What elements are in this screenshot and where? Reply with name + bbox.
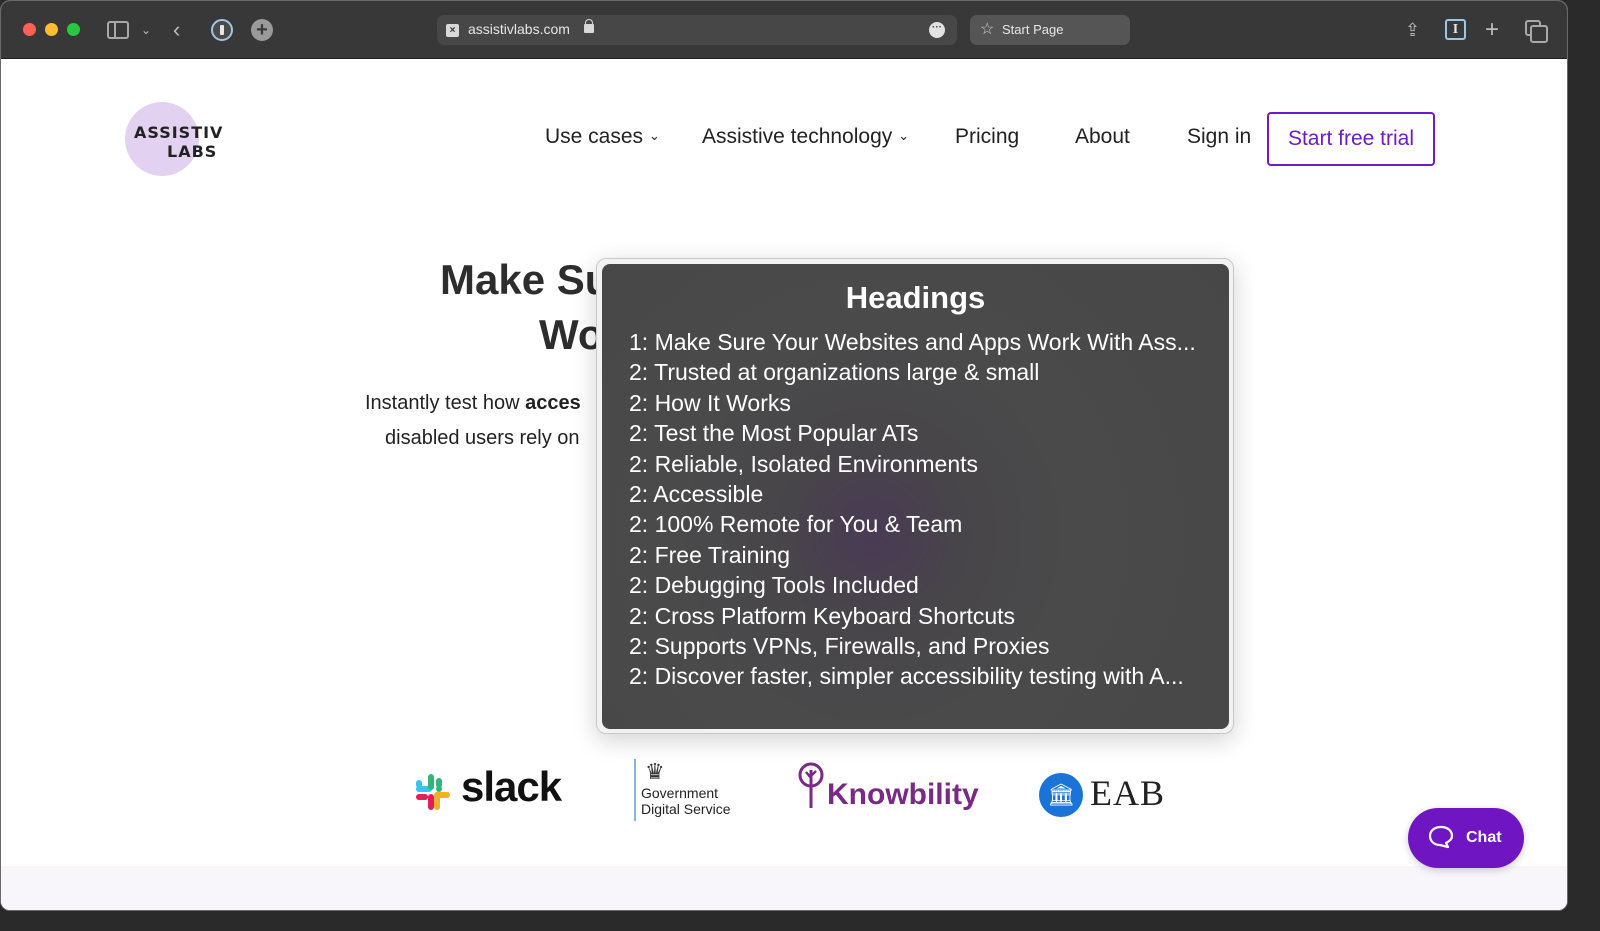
chevron-down-icon: ⌄ xyxy=(898,128,910,143)
site-logo[interactable]: ASSISTIV LABS xyxy=(125,102,222,176)
star-icon: ☆ xyxy=(980,21,995,38)
ellipsis-icon[interactable]: ··· xyxy=(929,22,945,38)
gds-line2: Digital Service xyxy=(641,801,731,817)
hero-title-line2: Wo xyxy=(539,311,604,358)
royal-crest-icon: ♛ xyxy=(645,759,665,784)
heading-item[interactable]: 2: Supports VPNs, Firewalls, and Proxies xyxy=(629,631,1196,661)
start-free-trial-button[interactable]: Start free trial xyxy=(1267,112,1435,166)
chevron-down-icon: ⌄ xyxy=(649,128,660,143)
chat-button[interactable]: Chat xyxy=(1408,808,1524,868)
headings-rotor: Headings 1: Make Sure Your Websites and … xyxy=(602,264,1229,729)
nav-assistive-technology[interactable]: Assistive technology ⌄ xyxy=(702,125,909,149)
browser-toolbar: ⌄ ‹ + × assistivlabs.com ··· ☆ Start Pag… xyxy=(1,1,1567,59)
nav-about[interactable]: About xyxy=(1075,125,1130,149)
password-manager-icon[interactable] xyxy=(211,19,233,41)
heading-item[interactable]: 2: Reliable, Isolated Environments xyxy=(629,449,1196,479)
slack-icon xyxy=(416,774,450,810)
heading-item[interactable]: 2: How It Works xyxy=(629,388,1196,418)
eab-text: EAB xyxy=(1090,773,1165,813)
hero-subtitle-line2: disabled users rely on xyxy=(385,427,580,449)
heading-item[interactable]: 2: Cross Platform Keyboard Shortcuts xyxy=(629,601,1196,631)
lock-icon xyxy=(584,19,594,33)
tab-label: Start Page xyxy=(1002,22,1064,37)
zoom-window-button[interactable] xyxy=(67,23,80,36)
heading-item[interactable]: 2: Discover faster, simpler accessibilit… xyxy=(629,661,1196,691)
heading-item[interactable]: 2: 100% Remote for You & Team xyxy=(629,509,1196,539)
tree-icon xyxy=(798,762,824,808)
nav-use-cases[interactable]: Use cases ⌄ xyxy=(545,125,660,149)
hero-subtitle-prefix: Instantly test how xyxy=(365,392,526,414)
headings-rotor-panel: Headings 1: Make Sure Your Websites and … xyxy=(596,258,1234,734)
address-bar[interactable]: × assistivlabs.com ··· xyxy=(437,15,957,45)
heading-item[interactable]: 2: Free Training xyxy=(629,540,1196,570)
nav-use-cases-label: Use cases xyxy=(545,125,644,148)
gds-line1: Government xyxy=(641,785,719,801)
sidebar-icon[interactable] xyxy=(107,21,129,39)
close-window-button[interactable] xyxy=(23,23,36,36)
chat-bubble-icon xyxy=(1428,825,1454,849)
knowbility-text: Knowbility xyxy=(827,778,979,811)
nav-assistive-technology-label: Assistive technology xyxy=(702,125,893,148)
rotor-title: Headings xyxy=(845,280,986,315)
eab-building-icon: 🏛 xyxy=(1039,773,1083,817)
nav-sign-in[interactable]: Sign in xyxy=(1187,125,1251,149)
heading-item[interactable]: 1: Make Sure Your Websites and Apps Work… xyxy=(629,327,1196,357)
chevron-down-icon[interactable]: ⌄ xyxy=(141,17,151,43)
gds-logo: ♛ Government Digital Service xyxy=(634,759,730,821)
back-chevron-icon[interactable]: ‹ xyxy=(173,17,180,43)
site-favicon-icon: × xyxy=(446,24,459,37)
hero-subtitle-bold: acces xyxy=(525,392,581,414)
heading-item[interactable]: 2: Test the Most Popular ATs xyxy=(629,418,1196,448)
hero-title-line1: Make Su xyxy=(440,256,611,303)
logo-text-line1: ASSISTIV xyxy=(134,123,224,142)
section-band xyxy=(1,866,1567,910)
nav-pricing[interactable]: Pricing xyxy=(955,125,1019,149)
slack-logo-text: slack xyxy=(461,763,562,810)
reader-icon[interactable]: I xyxy=(1445,19,1466,40)
browser-window: ⌄ ‹ + × assistivlabs.com ··· ☆ Start Pag… xyxy=(0,0,1568,911)
heading-item[interactable]: 2: Accessible xyxy=(629,479,1196,509)
logo-text-line2: LABS xyxy=(167,142,218,161)
heading-item[interactable]: 2: Trusted at organizations large & smal… xyxy=(629,357,1196,387)
heading-item[interactable]: 2: Debugging Tools Included xyxy=(629,570,1196,600)
tab-overview-icon[interactable] xyxy=(1525,20,1548,43)
headings-list: 1: Make Sure Your Websites and Apps Work… xyxy=(629,327,1196,692)
share-icon[interactable]: ⇪ xyxy=(1405,17,1420,43)
chat-label: Chat xyxy=(1466,829,1502,846)
minimize-window-button[interactable] xyxy=(45,23,58,36)
url-text: assistivlabs.com xyxy=(468,21,570,37)
tab-start-page[interactable]: ☆ Start Page xyxy=(970,15,1130,45)
extension-plus-icon[interactable]: + xyxy=(251,19,273,41)
hero-subtitle-line1: Instantly test how acces xyxy=(365,392,581,415)
new-tab-plus-icon[interactable]: + xyxy=(1485,17,1499,43)
